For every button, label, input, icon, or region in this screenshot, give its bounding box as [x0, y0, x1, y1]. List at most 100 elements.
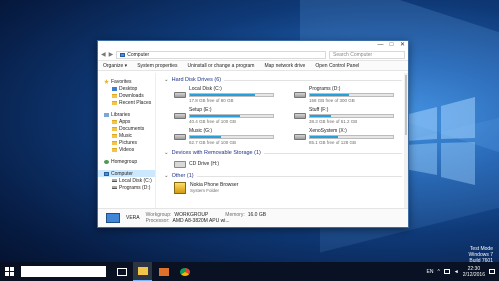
nav-label: Favorites	[111, 78, 132, 85]
hard-drive-icon	[294, 113, 306, 119]
map-network-drive-button[interactable]: Map network drive	[264, 63, 305, 69]
drive-item[interactable]: Setup (E:) 40.4 GB free of 100 GB	[174, 107, 274, 125]
file-explorer-icon	[137, 267, 148, 275]
nav-homegroup[interactable]: Homegroup	[98, 158, 155, 165]
taskbar-chrome[interactable]	[175, 262, 194, 281]
homegroup-icon	[104, 159, 109, 164]
drive-item[interactable]: XenoSystem (X:) 85.1 GB free of 128 GB	[294, 128, 394, 146]
search-input[interactable]: Search Computer	[329, 50, 405, 59]
nav-label: Documents	[119, 125, 145, 132]
address-bar[interactable]: Computer	[116, 50, 326, 59]
cd-drive-item[interactable]: CD Drive (H:)	[164, 157, 402, 171]
start-button[interactable]	[0, 262, 19, 281]
forward-arrow-icon[interactable]: ▶	[109, 51, 114, 58]
nav-label: Music	[119, 132, 133, 139]
nav-label: Programs (D:)	[119, 184, 151, 191]
nav-recent-places[interactable]: Recent Places	[98, 99, 155, 106]
nokia-phone-browser-item[interactable]: Nokia Phone Browser System Folder	[164, 182, 402, 198]
nav-pictures[interactable]: Pictures	[98, 139, 155, 146]
phone-browser-icon	[174, 182, 186, 194]
drive-grid: Local Disk (C:) 17.8 GB free of 80 GB Prog…	[164, 86, 402, 146]
nav-programs-drive[interactable]: Programs (D:)	[98, 184, 155, 191]
language-indicator[interactable]: EN	[426, 269, 433, 275]
taskbar-apps	[112, 262, 194, 281]
desktop-icon	[112, 86, 117, 91]
media-player-icon	[158, 267, 169, 276]
chevron-down-icon: ⌄	[164, 77, 169, 83]
nav-desktop[interactable]: Desktop	[98, 85, 155, 92]
drive-free-space: 38.3 GB free of 51.2 GB	[309, 119, 358, 124]
drive-usage-fill	[310, 136, 339, 138]
drive-free-space: 17.8 GB free of 80 GB	[189, 98, 234, 103]
content-pane: ⌄ Hard Disk Drives (6) Local Disk (C:) 17…	[156, 73, 408, 227]
drive-item[interactable]: Local Disk (C:) 17.8 GB free of 80 GB	[174, 86, 274, 104]
nav-favorites[interactable]: Favorites	[98, 78, 155, 85]
folder-icon	[112, 119, 117, 124]
taskbar: EN ^ ◄ 22:30 2/12/2016	[0, 262, 499, 281]
drive-item[interactable]: Stuff (F:) 38.3 GB free of 51.2 GB	[294, 107, 394, 125]
close-button[interactable]: ✕	[397, 41, 408, 49]
nav-label: Apps	[119, 118, 131, 125]
taskbar-search-box[interactable]	[21, 266, 106, 277]
cd-drive-icon	[174, 160, 186, 168]
drive-free-space: 158 GB free of 300 GB	[309, 98, 355, 103]
section-other[interactable]: ⌄ Other (1)	[164, 172, 402, 180]
back-arrow-icon[interactable]: ◀	[101, 51, 106, 58]
minimize-button[interactable]: —	[375, 41, 386, 49]
hard-drive-icon	[174, 134, 186, 140]
system-properties-button[interactable]: System properties	[137, 63, 177, 69]
nav-documents[interactable]: Documents	[98, 125, 155, 132]
network-icon[interactable]	[443, 269, 450, 274]
nav-local-disk[interactable]: Local Disk (C:)	[98, 177, 155, 184]
drive-item[interactable]: Programs (D:) 158 GB free of 300 GB	[294, 86, 394, 104]
drive-usage-fill	[310, 94, 349, 96]
folder-icon	[112, 126, 117, 131]
taskbar-media-player[interactable]	[154, 262, 173, 281]
details-pane: VERA Workgroup: WORKGROUP Memory: 16.0 G…	[98, 208, 408, 227]
taskbar-file-explorer[interactable]	[133, 262, 152, 281]
nav-videos[interactable]: Videos	[98, 146, 155, 153]
notifications-icon[interactable]	[489, 269, 495, 274]
section-removable-storage[interactable]: ⌄ Devices with Removable Storage (1)	[164, 149, 402, 157]
section-title: Devices with Removable Storage (1)	[171, 150, 261, 156]
folder-icon	[112, 133, 117, 138]
nav-label: Recent Places	[119, 99, 152, 106]
task-view-icon	[116, 267, 127, 276]
processor-value: AMD A8-3820M APU wi...	[172, 218, 230, 224]
hard-drive-icon	[174, 113, 186, 119]
organize-button[interactable]: Organize ▾	[103, 63, 127, 69]
hard-drive-icon	[174, 92, 186, 98]
title-bar[interactable]: — □ ✕	[98, 41, 408, 49]
drive-usage-fill	[190, 94, 255, 96]
nav-libraries[interactable]: Libraries	[98, 111, 155, 118]
chevron-down-icon: ⌄	[164, 173, 169, 179]
clock[interactable]: 22:30 2/12/2016	[463, 266, 485, 278]
nav-label: Homegroup	[111, 158, 138, 165]
chrome-icon	[179, 267, 190, 276]
drive-name: Programs (D:)	[309, 86, 341, 92]
navigation-pane: Favorites Desktop Downloads Recent Place…	[98, 73, 156, 227]
drive-free-space: 40.4 GB free of 100 GB	[189, 119, 237, 124]
open-control-panel-button[interactable]: Open Control Panel	[315, 63, 359, 69]
nav-downloads[interactable]: Downloads	[98, 92, 155, 99]
star-icon	[104, 79, 109, 84]
nav-computer[interactable]: Computer	[98, 170, 155, 177]
maximize-button[interactable]: □	[386, 41, 397, 49]
taskbar-task-view[interactable]	[112, 262, 131, 281]
drive-item[interactable]: Music (G:) 62.7 GB free of 100 GB	[174, 128, 274, 146]
computer-icon	[106, 213, 120, 223]
section-hard-disk-drives[interactable]: ⌄ Hard Disk Drives (6)	[164, 76, 402, 84]
section-title: Hard Disk Drives (6)	[171, 77, 222, 83]
scrollbar-thumb[interactable]	[405, 75, 407, 135]
explorer-window: — □ ✕ ◀ ▶ Computer Search Computer Organ…	[97, 40, 409, 228]
volume-icon[interactable]: ◄	[454, 269, 459, 275]
drive-name: Local Disk (C:)	[189, 86, 222, 92]
nav-label: Pictures	[119, 139, 138, 146]
tray-up-arrow-icon[interactable]: ^	[437, 269, 439, 275]
window-controls: — □ ✕	[375, 41, 408, 49]
nav-music[interactable]: Music	[98, 132, 155, 139]
uninstall-program-button[interactable]: Uninstall or change a program	[187, 63, 254, 69]
hard-drive-icon	[294, 134, 306, 140]
nav-apps[interactable]: Apps	[98, 118, 155, 125]
vertical-scrollbar[interactable]	[404, 73, 408, 208]
